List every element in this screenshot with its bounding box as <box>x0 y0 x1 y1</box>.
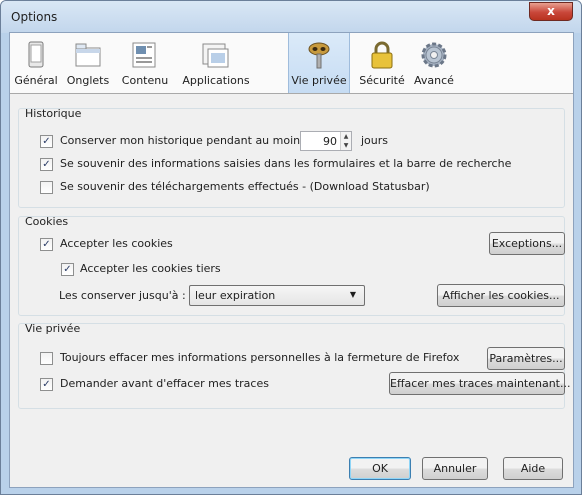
history-group: Historique ✓ Conserver mon historique pe… <box>18 107 565 208</box>
days-unit-label: jours <box>361 134 389 147</box>
cancel-button[interactable]: Annuler <box>422 457 488 480</box>
spinner-arrows-icon[interactable]: ▲ ▼ <box>340 132 351 150</box>
always-clear-checkbox[interactable] <box>40 352 53 365</box>
tab-contenu[interactable]: Contenu <box>114 33 176 93</box>
accept-cookies-label: Accepter les cookies <box>60 237 173 250</box>
privacy-mask-icon <box>308 42 330 69</box>
window-title: Options <box>11 10 58 24</box>
settings-button[interactable]: Paramètres... <box>487 347 565 370</box>
help-button[interactable]: Aide <box>503 457 563 480</box>
cookies-group: Cookies ✓ Accepter les cookies Exception… <box>18 215 565 316</box>
lock-icon <box>371 41 393 69</box>
accept-cookies-checkbox[interactable]: ✓ <box>40 238 53 251</box>
dialog-client-area: Général Onglets Contenu Applications Vie… <box>9 32 574 488</box>
keep-until-select[interactable]: leur expiration ▼ <box>189 285 365 306</box>
privacy-group-title: Vie privée <box>25 322 81 335</box>
tab-avance[interactable]: Avancé <box>408 33 460 93</box>
ok-button[interactable]: OK <box>349 457 411 480</box>
accept-third-party-checkbox[interactable]: ✓ <box>61 263 74 276</box>
remember-downloads-checkbox[interactable] <box>40 181 53 194</box>
close-button[interactable]: x <box>529 2 573 21</box>
ask-before-clear-label: Demander avant d'effacer mes traces <box>60 377 269 390</box>
tab-securite[interactable]: Sécurité <box>356 33 408 93</box>
tabs-icon <box>75 43 101 67</box>
history-days-spinner[interactable]: 90 ▲ ▼ <box>300 131 352 151</box>
keep-history-label: Conserver mon historique pendant au moin… <box>60 134 306 147</box>
gear-icon <box>421 42 447 68</box>
always-clear-label: Toujours effacer mes informations person… <box>60 351 460 364</box>
keep-until-value: leur expiration <box>195 289 276 302</box>
tab-vie-privee[interactable]: Vie privée <box>288 33 350 93</box>
accept-third-party-label: Accepter les cookies tiers <box>80 262 221 275</box>
cookies-group-title: Cookies <box>25 215 69 228</box>
general-device-icon <box>28 41 44 68</box>
content-icon <box>132 42 156 68</box>
tab-general[interactable]: Général <box>10 33 62 93</box>
show-cookies-button[interactable]: Afficher les cookies... <box>437 284 565 307</box>
ask-before-clear-checkbox[interactable]: ✓ <box>40 378 53 391</box>
remember-downloads-label: Se souvenir des téléchargements effectué… <box>60 180 430 193</box>
category-toolbar: Général Onglets Contenu Applications Vie… <box>10 33 573 94</box>
keep-history-checkbox[interactable]: ✓ <box>40 135 53 148</box>
remember-forms-checkbox[interactable]: ✓ <box>40 158 53 171</box>
title-bar[interactable]: Options x <box>1 1 581 33</box>
options-window: Options x Général Onglets Contenu Applic… <box>0 0 582 495</box>
tab-applications[interactable]: Applications <box>176 33 256 93</box>
clear-now-button[interactable]: Effacer mes traces maintenant... <box>389 372 571 395</box>
exceptions-button[interactable]: Exceptions... <box>489 232 565 255</box>
remember-forms-label: Se souvenir des informations saisies dan… <box>60 157 512 170</box>
privacy-group: Vie privée Toujours effacer mes informat… <box>18 322 571 409</box>
history-group-title: Historique <box>25 107 82 120</box>
tab-onglets[interactable]: Onglets <box>62 33 114 93</box>
history-days-value: 90 <box>323 135 337 148</box>
dropdown-arrow-icon: ▼ <box>349 290 356 299</box>
keep-until-label: Les conserver jusqu'à : <box>59 289 186 302</box>
applications-icon <box>202 43 229 68</box>
